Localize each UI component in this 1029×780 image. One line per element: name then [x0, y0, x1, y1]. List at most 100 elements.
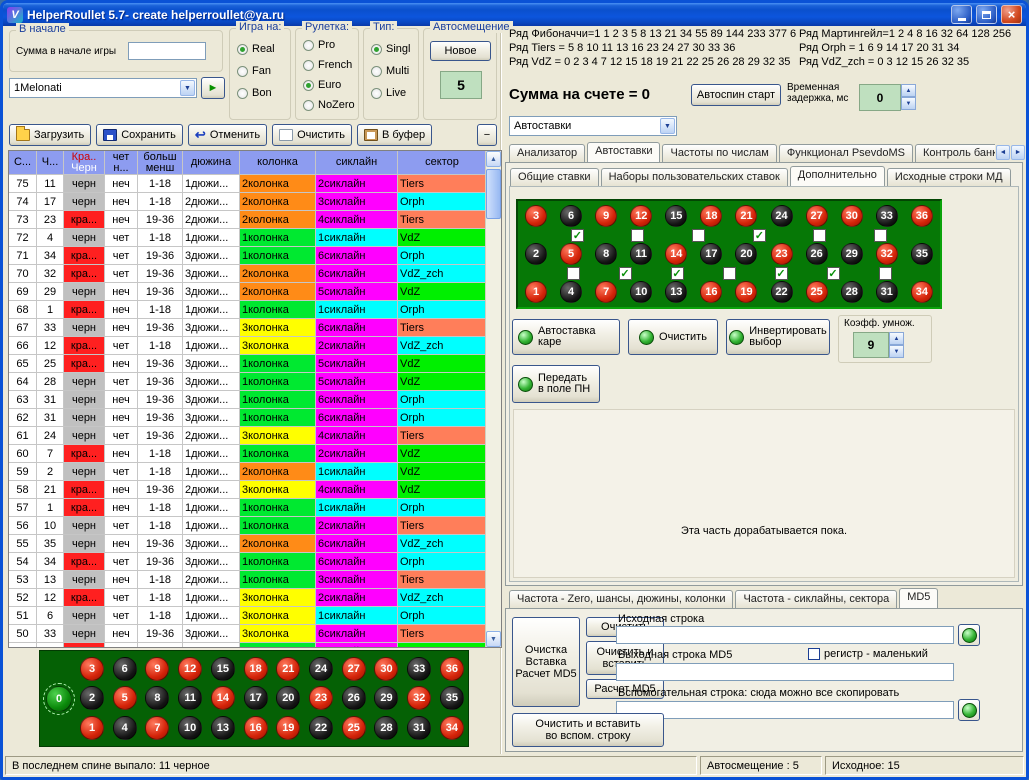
roulette-number-30[interactable]: 30 — [841, 205, 863, 227]
roulette-number-22[interactable]: 22 — [771, 281, 793, 303]
radio-bon[interactable]: Bon — [237, 87, 272, 99]
kare-checkbox[interactable]: ✓ — [619, 267, 632, 280]
roulette-number-32[interactable]: 32 — [876, 243, 898, 265]
table-row[interactable]: 5313черннеч1-182дюжи...1колонка3сиклайнT… — [9, 571, 485, 589]
kare-checkbox[interactable] — [631, 229, 644, 242]
roulette-number-3[interactable]: 3 — [525, 205, 547, 227]
roulette-number-15[interactable]: 15 — [211, 657, 235, 681]
roulette-number-27[interactable]: 27 — [806, 205, 828, 227]
minimize-button[interactable] — [951, 5, 972, 24]
roulette-number-32[interactable]: 32 — [407, 686, 431, 710]
table-row[interactable]: 6428чернчет19-363дюжи...1колонка5сиклайн… — [9, 373, 485, 391]
maximize-button[interactable] — [976, 5, 997, 24]
register-checkbox[interactable]: регистр - маленький — [808, 648, 928, 660]
roulette-number-33[interactable]: 33 — [407, 657, 431, 681]
roulette-number-5[interactable]: 5 — [113, 686, 137, 710]
undo-button[interactable]: ↩Отменить — [188, 124, 267, 146]
roulette-number-3[interactable]: 3 — [80, 657, 104, 681]
table-row[interactable]: 681кра...неч1-181дюжи...1колонка1сиклайн… — [9, 301, 485, 319]
md5-big-button[interactable]: Очистка Вставка Расчет MD5 — [512, 617, 580, 707]
kare-checkbox[interactable]: ✓ — [775, 267, 788, 280]
roulette-number-31[interactable]: 31 — [407, 716, 431, 740]
table-row[interactable]: 5610чернчет1-181дюжи...1колонка2сиклайнT… — [9, 517, 485, 535]
subtab-general[interactable]: Общие ставки — [510, 168, 599, 186]
roulette-number-25[interactable]: 25 — [342, 716, 366, 740]
table-row[interactable]: 724чернчет1-181дюжи...1колонка1сиклайнVd… — [9, 229, 485, 247]
clear-selection-button[interactable]: Очистить — [628, 319, 718, 355]
tab-freq-sixline[interactable]: Частота - сиклайны, сектора — [735, 590, 897, 608]
table-row[interactable]: 7511черннеч1-181дюжи...2колонка2сиклайнT… — [9, 175, 485, 193]
roulette-number-8[interactable]: 8 — [595, 243, 617, 265]
radio-live[interactable]: Live — [371, 87, 406, 99]
kare-checkbox[interactable]: ✓ — [571, 229, 584, 242]
roulette-number-26[interactable]: 26 — [806, 243, 828, 265]
tab-bankroll[interactable]: Контроль банкрол — [915, 144, 995, 162]
roulette-number-13[interactable]: 13 — [665, 281, 687, 303]
kare-checkbox[interactable]: ✓ — [753, 229, 766, 242]
table-row[interactable]: 7032кра...чет19-363дюжи...2колонка6сикла… — [9, 265, 485, 283]
table-row[interactable]: 6733черннеч19-363дюжи...3колонка6сиклайн… — [9, 319, 485, 337]
tabs-scroll-right-button[interactable]: ► — [1011, 145, 1025, 160]
subtab-custom-sets[interactable]: Наборы пользовательских ставок — [601, 168, 788, 186]
roulette-number-7[interactable]: 7 — [595, 281, 617, 303]
roulette-number-24[interactable]: 24 — [309, 657, 333, 681]
tab-md5[interactable]: MD5 — [899, 588, 938, 608]
radio-real[interactable]: Real — [237, 43, 275, 55]
roulette-number-12[interactable]: 12 — [630, 205, 652, 227]
preset-play-button[interactable]: ► — [201, 77, 225, 99]
source-apply-button[interactable] — [958, 624, 980, 646]
autobets-combobox[interactable]: Автоставки ▼ — [509, 116, 677, 136]
table-row[interactable]: 5535черннеч19-363дюжи...2колонка6сиклайн… — [9, 535, 485, 553]
new-button[interactable]: Новое — [430, 41, 491, 61]
roulette-number-13[interactable]: 13 — [211, 716, 235, 740]
scroll-up-button[interactable]: ▲ — [486, 151, 501, 167]
roulette-number-1[interactable]: 1 — [80, 716, 104, 740]
roulette-number-11[interactable]: 11 — [178, 686, 202, 710]
table-row[interactable]: 592чернчет1-181дюжи...2колонка1сиклайнVd… — [9, 463, 485, 481]
delay-up-button[interactable]: ▲ — [901, 84, 916, 97]
close-button[interactable]: × — [1001, 5, 1022, 24]
load-button[interactable]: Загрузить — [9, 124, 91, 146]
roulette-number-36[interactable]: 36 — [911, 205, 933, 227]
kare-autobet-button[interactable]: Автоставка каре — [512, 319, 620, 355]
roulette-number-33[interactable]: 33 — [876, 205, 898, 227]
save-button[interactable]: Сохранить — [96, 124, 183, 146]
roulette-number-23[interactable]: 23 — [771, 243, 793, 265]
table-row[interactable]: 5212кра...чет1-181дюжи...3колонка2сиклай… — [9, 589, 485, 607]
autospin-start-button[interactable]: Автоспин старт — [691, 84, 781, 106]
transfer-button[interactable]: Передать в поле ПН — [512, 365, 600, 403]
radio-multi[interactable]: Multi — [371, 65, 409, 77]
roulette-number-23[interactable]: 23 — [309, 686, 333, 710]
radio-singl[interactable]: Singl — [371, 43, 410, 55]
roulette-number-35[interactable]: 35 — [911, 243, 933, 265]
roulette-number-2[interactable]: 2 — [525, 243, 547, 265]
roulette-number-9[interactable]: 9 — [145, 657, 169, 681]
table-row[interactable]: 516чернчет1-181дюжи...3колонка1сиклайнOr… — [9, 607, 485, 625]
kare-checkbox[interactable]: ✓ — [671, 267, 684, 280]
roulette-number-19[interactable]: 19 — [276, 716, 300, 740]
radio-fan[interactable]: Fan — [237, 65, 271, 77]
kare-checkbox[interactable] — [879, 267, 892, 280]
roulette-number-10[interactable]: 10 — [178, 716, 202, 740]
roulette-number-18[interactable]: 18 — [700, 205, 722, 227]
tab-autobets[interactable]: Автоставки — [587, 142, 660, 162]
roulette-number-25[interactable]: 25 — [806, 281, 828, 303]
roulette-number-20[interactable]: 20 — [276, 686, 300, 710]
table-row[interactable]: 49кра...1колонка3сиклайнVdZ — [9, 643, 485, 647]
table-row[interactable]: 6612кра...чет1-181дюжи...3колонка2сиклай… — [9, 337, 485, 355]
roulette-number-14[interactable]: 14 — [211, 686, 235, 710]
chevron-down-icon[interactable]: ▼ — [180, 80, 195, 96]
roulette-number-0[interactable]: 0 — [46, 686, 72, 712]
table-row[interactable]: 5434кра...чет19-363дюжи...1колонка6сикла… — [9, 553, 485, 571]
roulette-number-6[interactable]: 6 — [113, 657, 137, 681]
table-row[interactable]: 7134кра...чет19-363дюжи...1колонка6сикла… — [9, 247, 485, 265]
roulette-number-15[interactable]: 15 — [665, 205, 687, 227]
roulette-number-28[interactable]: 28 — [841, 281, 863, 303]
roulette-number-21[interactable]: 21 — [276, 657, 300, 681]
aux-string-input[interactable] — [616, 701, 954, 719]
table-row[interactable]: 7417черннеч1-182дюжи...2колонка3сиклайнO… — [9, 193, 485, 211]
coeff-up-button[interactable]: ▲ — [889, 332, 904, 345]
table-row[interactable]: 607кра...неч1-181дюжи...1колонка2сиклайн… — [9, 445, 485, 463]
radio-nozero[interactable]: NoZero — [303, 99, 355, 111]
kare-checkbox[interactable] — [692, 229, 705, 242]
